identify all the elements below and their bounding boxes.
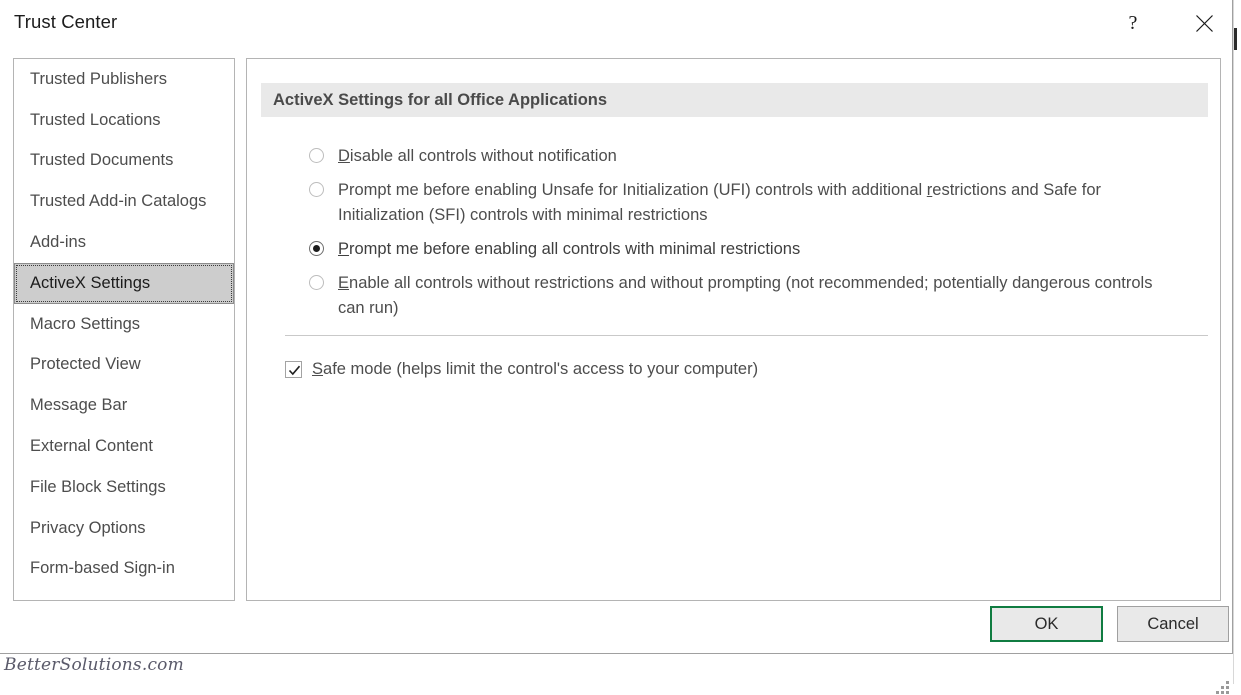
- radio-option-3[interactable]: Prompt me before enabling all controls w…: [309, 237, 1189, 262]
- ok-button[interactable]: OK: [990, 606, 1103, 642]
- sidebar-item-label: Add-ins: [30, 233, 86, 252]
- safe-mode-accelerator: S: [312, 360, 323, 378]
- close-button[interactable]: [1181, 0, 1227, 46]
- sidebar-item-file-block-settings[interactable]: File Block Settings: [14, 467, 234, 508]
- dialog-titlebar[interactable]: Trust Center ?: [0, 0, 1232, 47]
- sidebar-item-label: Trusted Add-in Catalogs: [30, 192, 206, 211]
- radio-option-1[interactable]: Disable all controls without notificatio…: [309, 144, 1189, 169]
- safe-mode-label: Safe mode (helps limit the control's acc…: [312, 360, 758, 379]
- sidebar-item-label: Privacy Options: [30, 519, 146, 538]
- activex-radio-group[interactable]: Disable all controls without notificatio…: [309, 144, 1189, 330]
- background-scrollbar-track[interactable]: [1233, 0, 1241, 684]
- sidebar-item-privacy-options[interactable]: Privacy Options: [14, 508, 234, 549]
- radio-option-label-1: Disable all controls without notificatio…: [338, 144, 617, 169]
- sidebar-item-external-content[interactable]: External Content: [14, 426, 234, 467]
- settings-panel: ActiveX Settings for all Office Applicat…: [246, 58, 1221, 601]
- panel-header-title: ActiveX Settings for all Office Applicat…: [273, 91, 607, 110]
- sidebar-item-label: Trusted Publishers: [30, 70, 167, 89]
- sidebar-item-trusted-locations[interactable]: Trusted Locations: [14, 100, 234, 141]
- radio-button-3[interactable]: [309, 241, 324, 256]
- radio-label-pre-2: Prompt me before enabling Unsafe for Ini…: [338, 181, 927, 199]
- radio-button-4[interactable]: [309, 275, 324, 290]
- safe-mode-text: afe mode (helps limit the control's acce…: [323, 360, 758, 378]
- dialog-content: Trusted Publishers Trusted Locations Trust…: [0, 47, 1232, 654]
- radio-option-label-4: Enable all controls without restrictions…: [338, 271, 1176, 321]
- sidebar-item-label: Protected View: [30, 355, 141, 374]
- panel-header: ActiveX Settings for all Office Applicat…: [261, 83, 1208, 117]
- sidebar-item-macro-settings[interactable]: Macro Settings: [14, 304, 234, 345]
- sidebar-item-trusted-publishers[interactable]: Trusted Publishers: [14, 59, 234, 100]
- sidebar-item-label: Macro Settings: [30, 315, 140, 334]
- sidebar-item-message-bar[interactable]: Message Bar: [14, 385, 234, 426]
- sidebar-item-label: ActiveX Settings: [30, 274, 150, 293]
- sidebar-item-label: Message Bar: [30, 396, 127, 415]
- radio-option-2[interactable]: Prompt me before enabling Unsafe for Ini…: [309, 178, 1189, 228]
- question-mark-icon: ?: [1129, 13, 1138, 33]
- sidebar-item-protected-view[interactable]: Protected View: [14, 345, 234, 386]
- radio-label-post-4: nable all controls without restrictions …: [338, 274, 1152, 317]
- radio-option-label-2: Prompt me before enabling Unsafe for Ini…: [338, 178, 1176, 228]
- page-background: Trust Center ? Trusted PublishersTrusted…: [0, 0, 1241, 684]
- sidebar-item-add-ins[interactable]: Add-ins: [14, 222, 234, 263]
- category-sidebar[interactable]: Trusted Publishers Trusted Locations Trust…: [13, 58, 235, 601]
- radio-option-label-3: Prompt me before enabling all controls w…: [338, 237, 800, 262]
- section-divider: [285, 335, 1208, 336]
- sidebar-item-trusted-add-in-catalogs[interactable]: Trusted Add-in Catalogs: [14, 181, 234, 222]
- resize-grip[interactable]: [1216, 681, 1230, 695]
- background-scrollbar-thumb[interactable]: [1234, 28, 1237, 50]
- sidebar-item-label: External Content: [30, 437, 153, 456]
- safe-mode-checkbox-row[interactable]: Safe mode (helps limit the control's acc…: [285, 360, 758, 379]
- sidebar-item-label: Form-based Sign-in: [30, 559, 175, 578]
- sidebar-item-label: File Block Settings: [30, 478, 166, 497]
- sidebar-item-activex-settings[interactable]: ActiveX Settings: [14, 263, 234, 304]
- sidebar-item-trusted-documents[interactable]: Trusted Documents: [14, 141, 234, 182]
- radio-label-accelerator-3: P: [338, 240, 349, 258]
- sidebar-item-form-based-sign-in[interactable]: Form-based Sign-in: [14, 549, 234, 590]
- dialog-title: Trust Center: [14, 11, 117, 33]
- watermark: BetterSolutions.com: [4, 655, 184, 675]
- radio-label-post-3: rompt me before enabling all controls wi…: [349, 240, 800, 258]
- trust-center-dialog: Trust Center ? Trusted PublishersTrusted…: [0, 0, 1233, 654]
- close-icon: [1195, 14, 1214, 33]
- sidebar-item-label: Trusted Locations: [30, 111, 161, 130]
- radio-label-post-1: isable all controls without notification: [350, 147, 617, 165]
- sidebar-item-label: Trusted Documents: [30, 151, 173, 170]
- radio-label-accelerator-4: E: [338, 274, 349, 292]
- help-button[interactable]: ?: [1110, 0, 1156, 46]
- radio-option-4[interactable]: Enable all controls without restrictions…: [309, 271, 1189, 321]
- radio-button-2[interactable]: [309, 182, 324, 197]
- safe-mode-checkbox[interactable]: [285, 361, 302, 378]
- cancel-button[interactable]: Cancel: [1117, 606, 1229, 642]
- radio-button-1[interactable]: [309, 148, 324, 163]
- radio-label-accelerator-1: D: [338, 147, 350, 165]
